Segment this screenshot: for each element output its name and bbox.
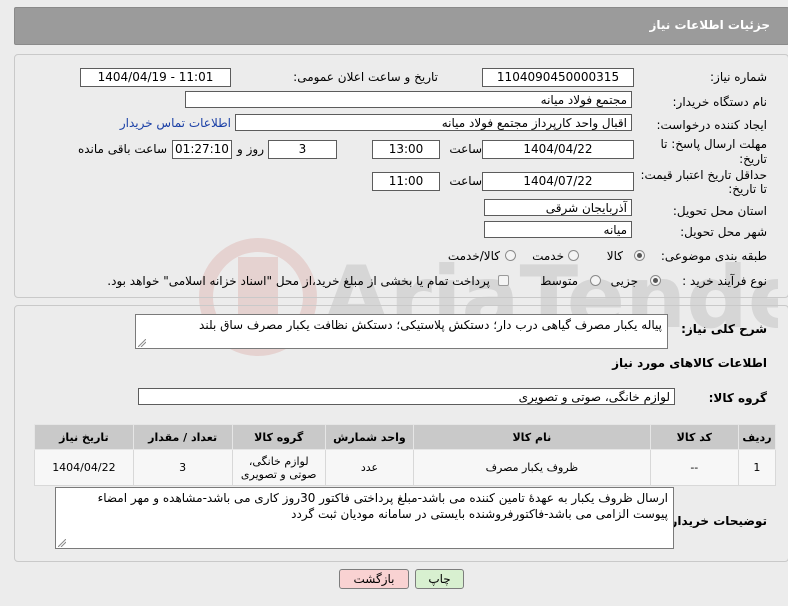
cell-code: -- bbox=[649, 449, 739, 486]
cell-unit: عدد bbox=[324, 449, 415, 486]
goods-group-label: گروه کالا: bbox=[708, 391, 767, 405]
need-number-field: 1104090450000315 bbox=[482, 68, 634, 87]
remaining-label: ساعت باقی مانده bbox=[77, 142, 167, 156]
validity-hour-label: ساعت bbox=[449, 174, 482, 188]
days-and-label: روز و bbox=[237, 142, 264, 156]
print-button[interactable]: چاپ bbox=[415, 569, 464, 589]
subject-service-radio[interactable] bbox=[568, 250, 579, 261]
buyer-notes-text: ارسال ظروف یکبار به عهدهٔ تامین کننده می… bbox=[97, 491, 668, 521]
table-row: 1 -- ظروف یکبار مصرف عدد لوازم خانگی، صو… bbox=[34, 449, 777, 486]
page-header: جزئیات اطلاعات نیاز bbox=[14, 7, 788, 45]
city-label: شهر محل تحویل: bbox=[680, 225, 767, 239]
subject-both-label: کالا/خدمت bbox=[447, 249, 500, 263]
goods-table-header: ردیف کد کالا نام کالا واحد شمارش گروه کا… bbox=[34, 424, 777, 450]
province-label: استان محل تحویل: bbox=[672, 204, 767, 218]
resize-grip-icon[interactable] bbox=[138, 339, 146, 347]
subject-service-label: خدمت bbox=[532, 249, 564, 263]
buyer-contact-link[interactable]: اطلاعات تماس خریدار bbox=[120, 116, 231, 130]
announce-datetime-field: 1404/04/19 - 11:01 bbox=[80, 68, 231, 87]
page-title: جزئیات اطلاعات نیاز bbox=[649, 18, 770, 32]
cell-name: ظروف یکبار مصرف bbox=[413, 449, 651, 486]
purchase-medium-label: متوسط bbox=[540, 274, 578, 288]
col-group: گروه کالا bbox=[231, 424, 326, 450]
goods-group-field: لوازم خانگی، صوتی و تصویری bbox=[138, 388, 675, 405]
subject-class-label: طبقه بندی موضوعی: bbox=[660, 249, 767, 263]
col-code: کد کالا bbox=[649, 424, 739, 450]
general-desc-label: شرح کلی نیاز: bbox=[681, 322, 767, 336]
remaining-time-field: 01:27:10 bbox=[172, 140, 232, 159]
requester-field: اقبال واحد کارپرداز مجتمع فولاد میانه bbox=[235, 114, 632, 131]
general-desc-text: پیاله یکبار مصرف گیاهی درب دار؛ دستکش پل… bbox=[199, 318, 662, 332]
treasury-payment-checkbox[interactable] bbox=[498, 275, 509, 286]
goods-info-title: اطلاعات کالاهای مورد نیاز bbox=[612, 356, 767, 370]
announce-datetime-label: تاریخ و ساعت اعلان عمومی: bbox=[293, 70, 438, 84]
buyer-org-label: نام دستگاه خریدار: bbox=[672, 95, 768, 109]
cell-need-date: 1404/04/22 bbox=[34, 449, 134, 486]
col-unit: واحد شمارش bbox=[324, 424, 415, 450]
cell-quantity: 3 bbox=[132, 449, 233, 486]
reply-time-field: 13:00 bbox=[372, 140, 440, 159]
cell-row: 1 bbox=[737, 449, 777, 486]
price-validity-label: حداقل تاریخ اعتبار قیمت: bbox=[640, 168, 767, 182]
purchase-minor-label: جزیی bbox=[610, 274, 638, 288]
buyer-notes-field[interactable]: ارسال ظروف یکبار به عهدهٔ تامین کننده می… bbox=[55, 487, 674, 549]
col-row: ردیف bbox=[737, 424, 777, 450]
validity-time-field: 11:00 bbox=[372, 172, 440, 191]
buyer-org-field: مجتمع فولاد میانه bbox=[185, 91, 632, 108]
subject-goods-label: کالا bbox=[606, 249, 623, 263]
goods-table: ردیف کد کالا نام کالا واحد شمارش گروه کا… bbox=[34, 424, 777, 486]
subject-goods-radio[interactable] bbox=[634, 250, 645, 261]
subject-both-radio[interactable] bbox=[505, 250, 516, 261]
city-field: میانه bbox=[484, 221, 632, 238]
requester-label: ایجاد کننده درخواست: bbox=[656, 118, 767, 132]
buyer-notes-label: توضیحات خریدار: bbox=[665, 514, 767, 528]
back-button[interactable]: بازگشت bbox=[339, 569, 409, 589]
col-name: نام کالا bbox=[413, 424, 651, 450]
general-desc-field[interactable]: پیاله یکبار مصرف گیاهی درب دار؛ دستکش پل… bbox=[135, 314, 668, 349]
reply-date-field: 1404/04/22 bbox=[482, 140, 634, 159]
treasury-payment-note: پرداخت تمام یا بخشی از مبلغ خرید،از محل … bbox=[107, 274, 490, 288]
purchase-type-label: نوع فرآیند خرید : bbox=[682, 274, 767, 288]
province-field: آذربایجان شرقی bbox=[484, 199, 632, 216]
price-validity-label-2: تا تاریخ: bbox=[728, 182, 767, 196]
reply-deadline-label: مهلت ارسال پاسخ: تا bbox=[660, 137, 767, 151]
need-number-label: شماره نیاز: bbox=[710, 70, 767, 84]
col-quantity: تعداد / مقدار bbox=[132, 424, 233, 450]
purchase-medium-radio[interactable] bbox=[590, 275, 601, 286]
purchase-minor-radio[interactable] bbox=[650, 275, 661, 286]
validity-date-field: 1404/07/22 bbox=[482, 172, 634, 191]
cell-group: لوازم خانگی، صوتی و تصویری bbox=[231, 449, 326, 486]
reply-hour-label: ساعت bbox=[449, 142, 482, 156]
reply-days-field: 3 bbox=[268, 140, 337, 159]
col-need-date: تاریخ نیاز bbox=[34, 424, 134, 450]
reply-deadline-label-2: تاریخ: bbox=[739, 152, 767, 166]
resize-grip-icon[interactable] bbox=[58, 539, 66, 547]
